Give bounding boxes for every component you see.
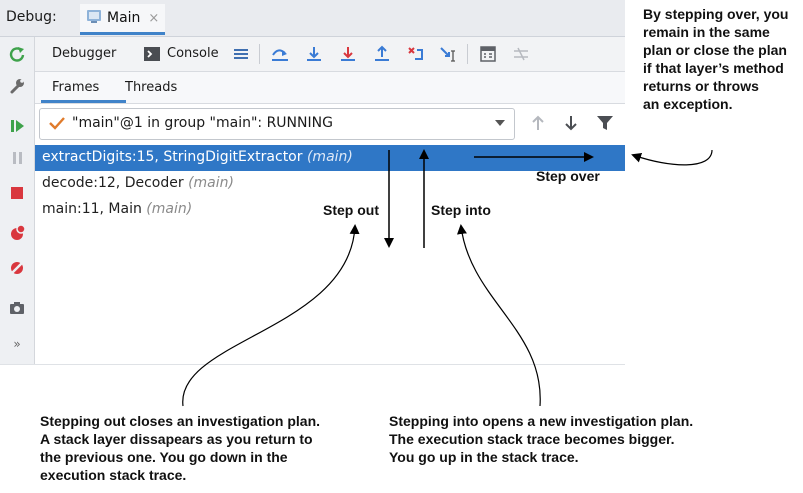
step-out-note: Stepping out closes an investigation pla… bbox=[40, 413, 321, 483]
step-into-label: Step into bbox=[431, 202, 491, 218]
step-out-callout bbox=[182, 224, 360, 407]
step-into-note: Stepping into opens a new investigation … bbox=[389, 413, 694, 465]
step-out-label: Step out bbox=[323, 202, 379, 218]
step-over-callout bbox=[631, 149, 713, 166]
step-into-callout bbox=[457, 224, 541, 407]
step-over-label: Step over bbox=[536, 168, 600, 184]
step-over-note: By stepping over, you remain in the same… bbox=[643, 6, 789, 112]
